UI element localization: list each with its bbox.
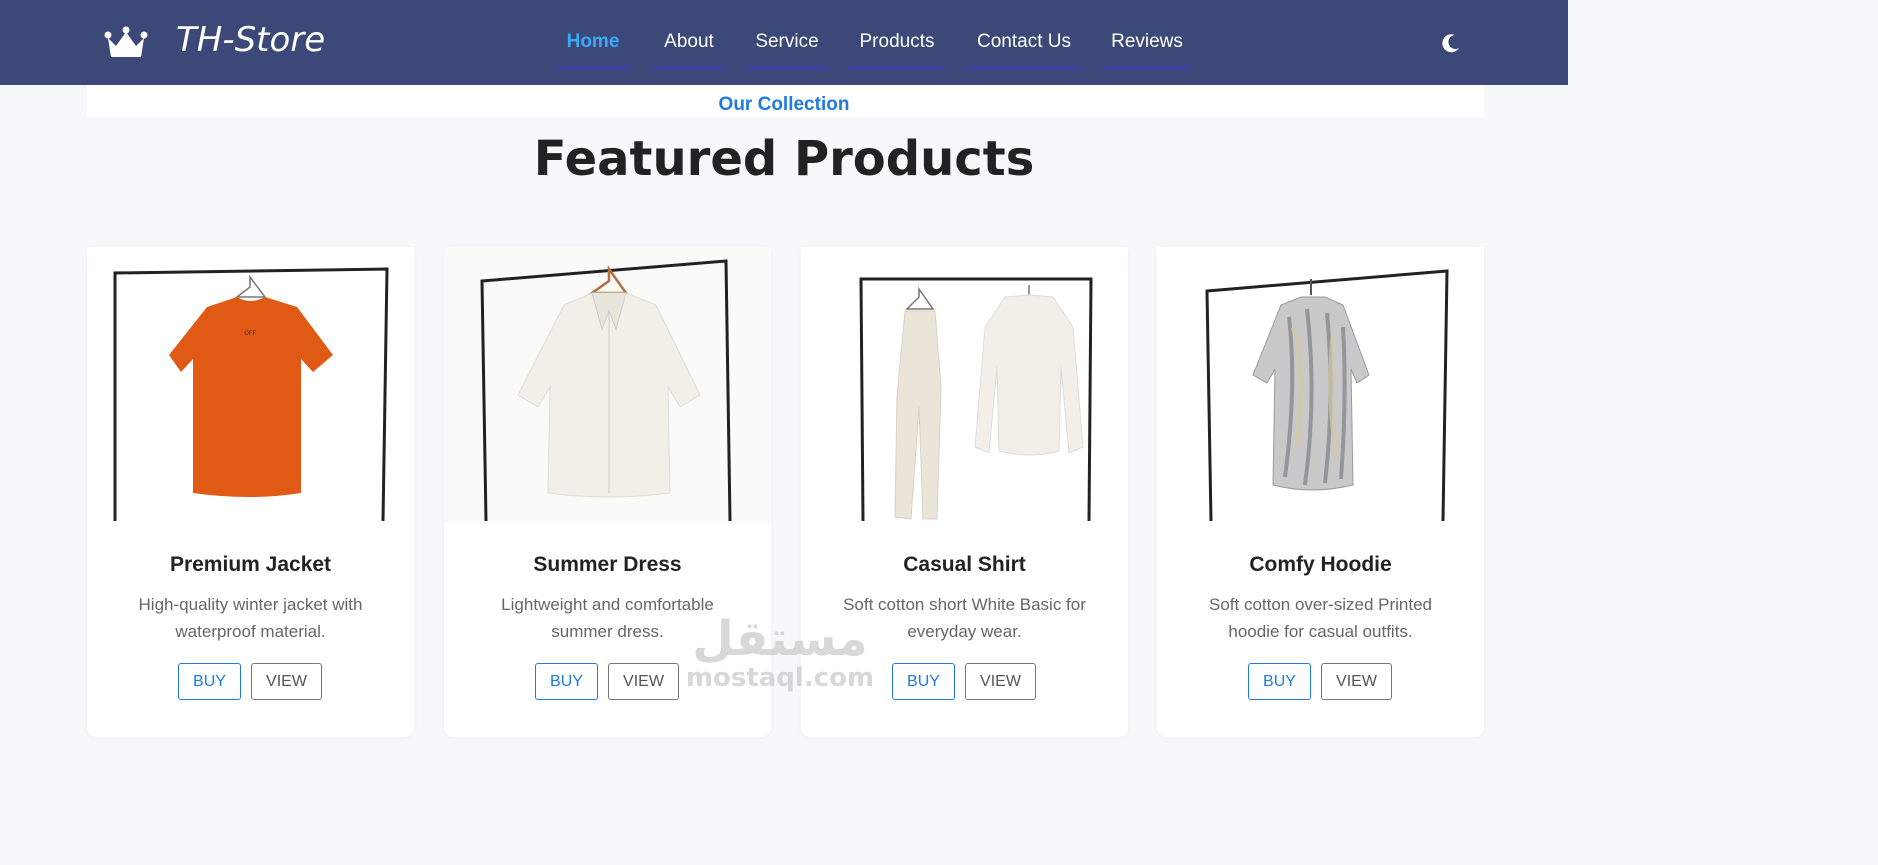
product-image[interactable] [444, 247, 771, 523]
product-name: Premium Jacket [169, 553, 332, 576]
product-description: High-quality winter jacket with waterpro… [138, 595, 363, 641]
product-name: Casual Shirt [903, 553, 1026, 576]
product-image[interactable]: OFF [87, 247, 414, 523]
buy-button[interactable]: BUY [1248, 663, 1311, 700]
view-button[interactable]: VIEW [608, 663, 679, 700]
product-description: Lightweight and comfortable summer dress… [501, 595, 714, 641]
view-button[interactable]: VIEW [1321, 663, 1392, 700]
product-card: Comfy Hoodie Soft cotton over-sized Prin… [1157, 247, 1484, 737]
product-image[interactable] [1157, 247, 1484, 523]
product-card: Casual Shirt Soft cotton short White Bas… [801, 247, 1128, 737]
nav-link-about[interactable]: About [652, 22, 726, 69]
product-name: Summer Dress [533, 553, 682, 576]
view-button[interactable]: VIEW [251, 663, 322, 700]
nav-link-home[interactable]: Home [555, 22, 631, 69]
nav-link-reviews[interactable]: Reviews [1102, 22, 1192, 69]
buy-button[interactable]: BUY [178, 663, 241, 700]
product-name: Comfy Hoodie [1249, 553, 1392, 576]
nav-link-service[interactable]: Service [746, 22, 828, 69]
moon-icon[interactable] [1440, 32, 1462, 54]
crown-icon[interactable] [104, 26, 148, 62]
navbar: TH-Store Home About Service Products Con… [0, 0, 1568, 85]
section-eyebrow: Our Collection [718, 94, 850, 115]
section-title: Featured Products [533, 131, 1035, 187]
svg-text:OFF: OFF [244, 330, 256, 337]
product-description: Soft cotton over-sized Printed hoodie fo… [1208, 595, 1432, 641]
product-card: Summer Dress Lightweight and comfortable… [444, 247, 771, 737]
nav-link-products[interactable]: Products [848, 22, 946, 69]
product-image[interactable] [801, 247, 1128, 523]
buy-button[interactable]: BUY [535, 663, 598, 700]
product-description: Soft cotton short White Basic for everyd… [843, 595, 1086, 641]
view-button[interactable]: VIEW [965, 663, 1036, 700]
product-card: OFF Premium Jacket High-quality winter j… [87, 247, 414, 737]
nav-link-contact[interactable]: Contact Us [966, 22, 1082, 69]
buy-button[interactable]: BUY [892, 663, 955, 700]
brand-name[interactable]: TH-Store [176, 20, 325, 60]
